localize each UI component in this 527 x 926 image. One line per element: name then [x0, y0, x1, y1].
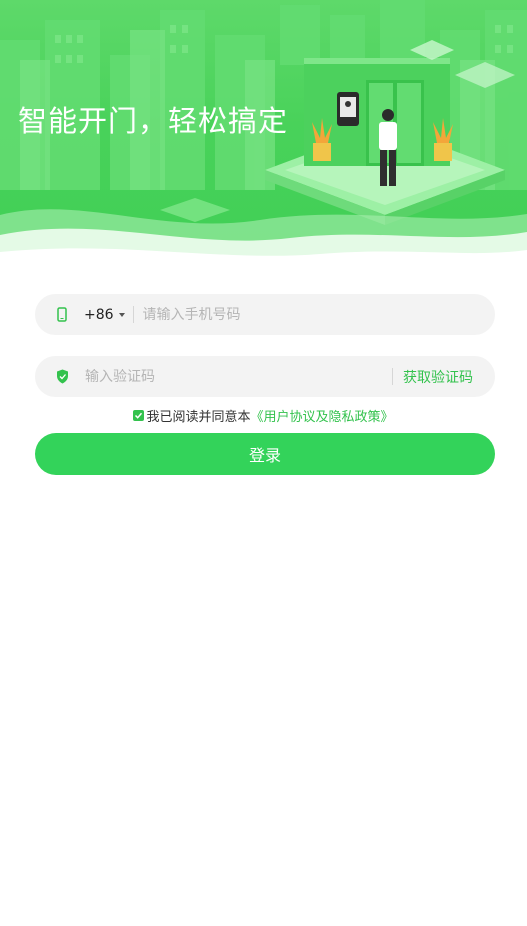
country-code-select[interactable]: +86: [84, 307, 125, 323]
agreement-text: 我已阅读并同意本: [146, 410, 251, 425]
country-code-label: +86: [84, 306, 114, 323]
header-banner: 智能开门，轻松搞定: [0, 0, 527, 275]
banner-slogan: 智能开门，轻松搞定: [18, 104, 289, 138]
get-code-button[interactable]: 获取验证码: [403, 367, 473, 387]
login-button[interactable]: 登录: [35, 433, 495, 475]
policy-link[interactable]: 《用户协议及隐私政策》: [251, 406, 394, 425]
phone-input[interactable]: [142, 306, 495, 323]
phone-field: +86: [35, 294, 495, 335]
verification-code-input[interactable]: [85, 368, 392, 385]
agreement-row: 我已阅读并同意本 《用户协议及隐私政策》: [0, 406, 527, 425]
divider: [132, 306, 134, 323]
verification-field: 获取验证码: [35, 356, 495, 397]
shield-icon: [55, 369, 69, 385]
divider: [392, 368, 393, 385]
check-icon: [135, 412, 143, 419]
phone-icon: [55, 307, 69, 323]
agreement-checkbox[interactable]: [133, 410, 145, 421]
chevron-down-icon: [118, 312, 125, 317]
